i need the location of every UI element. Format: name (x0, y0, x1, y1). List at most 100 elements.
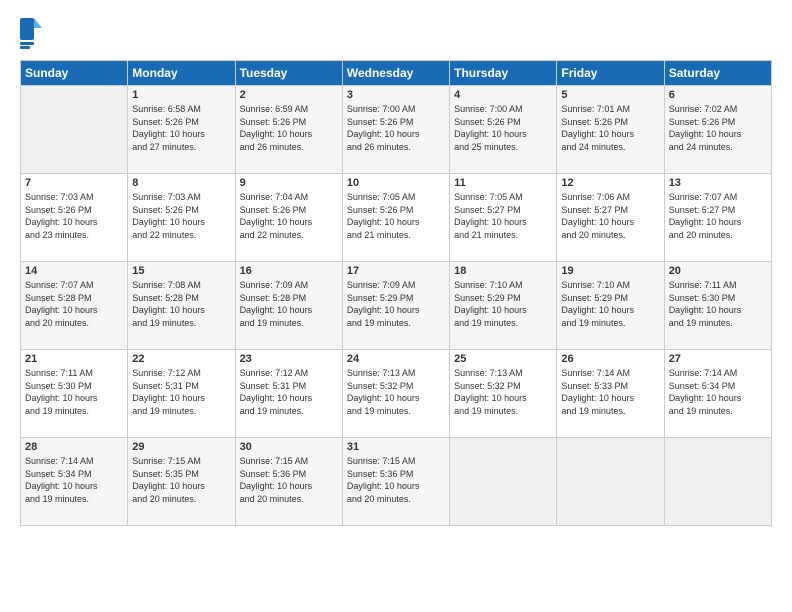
calendar-week-row: 7 Sunrise: 7:03 AM Sunset: 5:26 PM Daylig… (21, 174, 772, 262)
calendar-cell (557, 438, 664, 526)
day-info: Sunrise: 7:13 AM Sunset: 5:32 PM Dayligh… (347, 367, 445, 417)
calendar-week-row: 14 Sunrise: 7:07 AM Sunset: 5:28 PM Dayli… (21, 262, 772, 350)
calendar-cell: 13 Sunrise: 7:07 AM Sunset: 5:27 PM Dayli… (664, 174, 771, 262)
day-number: 16 (240, 265, 338, 277)
calendar-day-header: Tuesday (235, 61, 342, 86)
day-info: Sunrise: 7:03 AM Sunset: 5:26 PM Dayligh… (132, 191, 230, 241)
calendar-day-header: Monday (128, 61, 235, 86)
day-number: 2 (240, 89, 338, 101)
day-info: Sunrise: 7:08 AM Sunset: 5:28 PM Dayligh… (132, 279, 230, 329)
day-info: Sunrise: 7:05 AM Sunset: 5:27 PM Dayligh… (454, 191, 552, 241)
calendar-cell: 28 Sunrise: 7:14 AM Sunset: 5:34 PM Dayli… (21, 438, 128, 526)
calendar-table: SundayMondayTuesdayWednesdayThursdayFrid… (20, 60, 772, 526)
day-info: Sunrise: 7:11 AM Sunset: 5:30 PM Dayligh… (25, 367, 123, 417)
calendar-cell: 16 Sunrise: 7:09 AM Sunset: 5:28 PM Dayli… (235, 262, 342, 350)
day-number: 18 (454, 265, 552, 277)
calendar-cell: 12Sunrise: 7:06 AM Sunset: 5:27 PM Dayli… (557, 174, 664, 262)
day-info: Sunrise: 7:00 AM Sunset: 5:26 PM Dayligh… (347, 103, 445, 153)
calendar-cell: 1 Sunrise: 6:58 AM Sunset: 5:26 PM Daylig… (128, 86, 235, 174)
calendar-week-row: 21 Sunrise: 7:11 AM Sunset: 5:30 PM Dayli… (21, 350, 772, 438)
calendar-day-header: Wednesday (342, 61, 449, 86)
calendar-day-header: Sunday (21, 61, 128, 86)
main-container: SundayMondayTuesdayWednesdayThursdayFrid… (0, 0, 792, 536)
day-info: Sunrise: 7:09 AM Sunset: 5:28 PM Dayligh… (240, 279, 338, 329)
calendar-cell: 17 Sunrise: 7:09 AM Sunset: 5:29 PM Dayli… (342, 262, 449, 350)
day-info: Sunrise: 7:14 AM Sunset: 5:34 PM Dayligh… (25, 455, 123, 505)
calendar-cell: 2 Sunrise: 6:59 AM Sunset: 5:26 PM Daylig… (235, 86, 342, 174)
day-info: Sunrise: 7:11 AM Sunset: 5:30 PM Dayligh… (669, 279, 767, 329)
day-info: Sunrise: 7:12 AM Sunset: 5:31 PM Dayligh… (240, 367, 338, 417)
day-info: Sunrise: 7:05 AM Sunset: 5:26 PM Dayligh… (347, 191, 445, 241)
day-number: 22 (132, 353, 230, 365)
calendar-day-header: Saturday (664, 61, 771, 86)
calendar-cell: 23 Sunrise: 7:12 AM Sunset: 5:31 PM Dayli… (235, 350, 342, 438)
logo (20, 18, 46, 50)
day-number: 9 (240, 177, 338, 189)
day-info: Sunrise: 7:09 AM Sunset: 5:29 PM Dayligh… (347, 279, 445, 329)
calendar-cell: 22 Sunrise: 7:12 AM Sunset: 5:31 PM Dayli… (128, 350, 235, 438)
day-number: 17 (347, 265, 445, 277)
day-info: Sunrise: 7:03 AM Sunset: 5:26 PM Dayligh… (25, 191, 123, 241)
calendar-cell: 14 Sunrise: 7:07 AM Sunset: 5:28 PM Dayli… (21, 262, 128, 350)
calendar-cell: 31 Sunrise: 7:15 AM Sunset: 5:36 PM Dayli… (342, 438, 449, 526)
day-number: 11 (454, 177, 552, 189)
calendar-cell: 9 Sunrise: 7:04 AM Sunset: 5:26 PM Daylig… (235, 174, 342, 262)
calendar-cell (450, 438, 557, 526)
day-info: Sunrise: 7:15 AM Sunset: 5:36 PM Dayligh… (240, 455, 338, 505)
day-info: Sunrise: 7:13 AM Sunset: 5:32 PM Dayligh… (454, 367, 552, 417)
day-number: 29 (132, 441, 230, 453)
calendar-cell (21, 86, 128, 174)
day-number: 5 (561, 89, 659, 101)
calendar-cell: 11 Sunrise: 7:05 AM Sunset: 5:27 PM Dayli… (450, 174, 557, 262)
calendar-week-row: 1 Sunrise: 6:58 AM Sunset: 5:26 PM Daylig… (21, 86, 772, 174)
day-info: Sunrise: 7:10 AM Sunset: 5:29 PM Dayligh… (561, 279, 659, 329)
day-number: 1 (132, 89, 230, 101)
day-number: 19 (561, 265, 659, 277)
calendar-cell: 8 Sunrise: 7:03 AM Sunset: 5:26 PM Daylig… (128, 174, 235, 262)
day-number: 21 (25, 353, 123, 365)
day-info: Sunrise: 7:15 AM Sunset: 5:36 PM Dayligh… (347, 455, 445, 505)
day-number: 28 (25, 441, 123, 453)
day-info: Sunrise: 7:14 AM Sunset: 5:33 PM Dayligh… (561, 367, 659, 417)
day-number: 31 (347, 441, 445, 453)
day-number: 6 (669, 89, 767, 101)
day-number: 30 (240, 441, 338, 453)
day-number: 14 (25, 265, 123, 277)
calendar-day-header: Thursday (450, 61, 557, 86)
calendar-cell: 20 Sunrise: 7:11 AM Sunset: 5:30 PM Dayli… (664, 262, 771, 350)
day-info: Sunrise: 7:15 AM Sunset: 5:35 PM Dayligh… (132, 455, 230, 505)
calendar-cell: 21 Sunrise: 7:11 AM Sunset: 5:30 PM Dayli… (21, 350, 128, 438)
day-info: Sunrise: 6:59 AM Sunset: 5:26 PM Dayligh… (240, 103, 338, 153)
logo-icon (20, 18, 42, 50)
day-number: 7 (25, 177, 123, 189)
calendar-day-header: Friday (557, 61, 664, 86)
day-number: 8 (132, 177, 230, 189)
calendar-cell: 6Sunrise: 7:02 AM Sunset: 5:26 PM Daylig… (664, 86, 771, 174)
day-number: 13 (669, 177, 767, 189)
calendar-cell: 24Sunrise: 7:13 AM Sunset: 5:32 PM Dayli… (342, 350, 449, 438)
day-number: 20 (669, 265, 767, 277)
day-info: Sunrise: 7:12 AM Sunset: 5:31 PM Dayligh… (132, 367, 230, 417)
header (20, 18, 772, 50)
day-info: Sunrise: 7:04 AM Sunset: 5:26 PM Dayligh… (240, 191, 338, 241)
calendar-cell (664, 438, 771, 526)
day-info: Sunrise: 7:00 AM Sunset: 5:26 PM Dayligh… (454, 103, 552, 153)
day-info: Sunrise: 7:07 AM Sunset: 5:28 PM Dayligh… (25, 279, 123, 329)
calendar-cell: 4Sunrise: 7:00 AM Sunset: 5:26 PM Daylig… (450, 86, 557, 174)
calendar-week-row: 28 Sunrise: 7:14 AM Sunset: 5:34 PM Dayli… (21, 438, 772, 526)
calendar-cell: 15Sunrise: 7:08 AM Sunset: 5:28 PM Dayli… (128, 262, 235, 350)
calendar-cell: 18Sunrise: 7:10 AM Sunset: 5:29 PM Dayli… (450, 262, 557, 350)
day-number: 23 (240, 353, 338, 365)
day-info: Sunrise: 7:06 AM Sunset: 5:27 PM Dayligh… (561, 191, 659, 241)
calendar-cell: 25 Sunrise: 7:13 AM Sunset: 5:32 PM Dayli… (450, 350, 557, 438)
day-info: Sunrise: 7:07 AM Sunset: 5:27 PM Dayligh… (669, 191, 767, 241)
calendar-cell: 3 Sunrise: 7:00 AM Sunset: 5:26 PM Daylig… (342, 86, 449, 174)
day-number: 3 (347, 89, 445, 101)
calendar-cell: 10Sunrise: 7:05 AM Sunset: 5:26 PM Dayli… (342, 174, 449, 262)
day-info: Sunrise: 7:14 AM Sunset: 5:34 PM Dayligh… (669, 367, 767, 417)
calendar-cell: 5Sunrise: 7:01 AM Sunset: 5:26 PM Daylig… (557, 86, 664, 174)
day-number: 25 (454, 353, 552, 365)
day-number: 26 (561, 353, 659, 365)
calendar-cell: 29 Sunrise: 7:15 AM Sunset: 5:35 PM Dayli… (128, 438, 235, 526)
day-info: Sunrise: 6:58 AM Sunset: 5:26 PM Dayligh… (132, 103, 230, 153)
